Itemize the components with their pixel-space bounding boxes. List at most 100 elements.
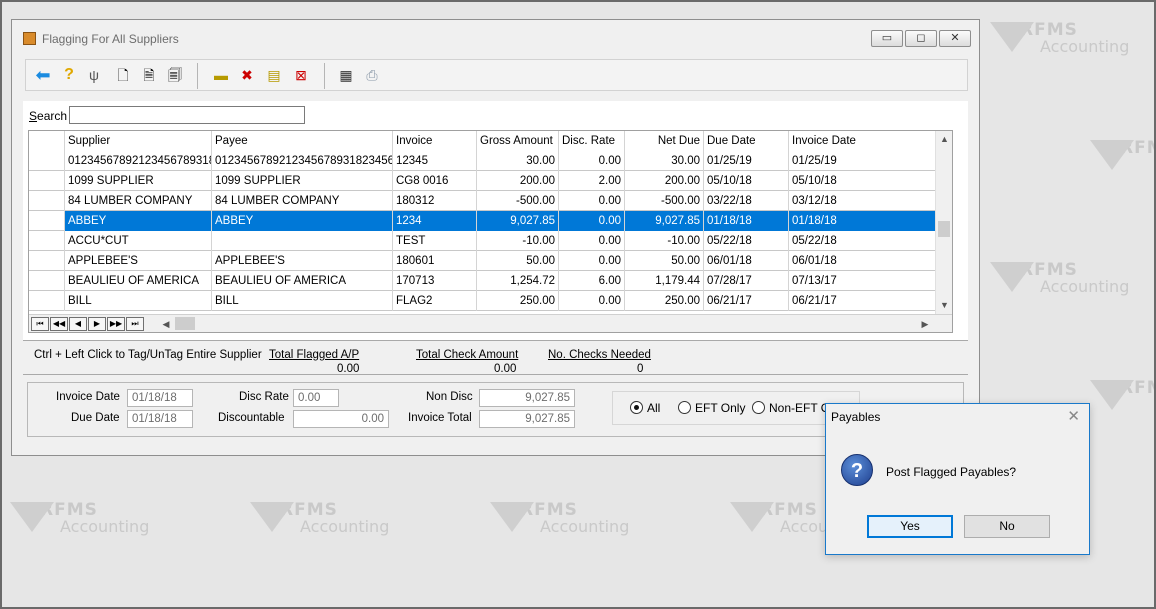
tag-all-icon[interactable]: ▤ [263, 65, 285, 85]
next-record-icon[interactable]: ▶ [88, 317, 106, 331]
cell-payee[interactable]: BILL [212, 291, 393, 311]
cell-supplier[interactable]: BILL [65, 291, 212, 311]
cell-invoice-date[interactable]: 06/21/17 [789, 291, 935, 311]
cell-gross-amount[interactable]: -10.00 [477, 231, 559, 251]
cell-payee[interactable]: APPLEBEE'S [212, 251, 393, 271]
print-icon[interactable]: ⎙ [361, 65, 383, 85]
last-record-icon[interactable]: ⏭ [126, 317, 144, 331]
vertical-scrollbar[interactable]: ▲ ▼ [935, 131, 952, 314]
no-button[interactable]: No [964, 515, 1050, 538]
cell-net-due[interactable]: 250.00 [625, 291, 704, 311]
cell-due-date[interactable]: 01/25/19 [704, 151, 789, 171]
horizontal-scroll-thumb[interactable] [175, 317, 195, 330]
cell-payee[interactable]: BEAULIEU OF AMERICA [212, 271, 393, 291]
cell-due-date[interactable]: 07/28/17 [704, 271, 789, 291]
invoice-total-field[interactable]: 9,027.85 [479, 410, 575, 428]
cell-supplier[interactable]: 84 LUMBER COMPANY [65, 191, 212, 211]
cell-invoice-date[interactable]: 03/12/18 [789, 191, 935, 211]
cell-disc-rate[interactable]: 0.00 [559, 231, 625, 251]
cell-gross-amount[interactable]: 30.00 [477, 151, 559, 171]
cell-disc-rate[interactable]: 0.00 [559, 211, 625, 231]
cell-gross-amount[interactable]: 1,254.72 [477, 271, 559, 291]
prev-record-icon[interactable]: ◀ [69, 317, 87, 331]
vertical-scroll-thumb[interactable] [938, 221, 950, 237]
close-button[interactable]: ✕ [939, 30, 971, 47]
cell-net-due[interactable]: 1,179.44 [625, 271, 704, 291]
row-indicator[interactable] [29, 231, 65, 251]
cell-payee[interactable]: 84 LUMBER COMPANY [212, 191, 393, 211]
table-row[interactable]: APPLEBEE'S APPLEBEE'S 180601 50.00 0.00 … [29, 251, 935, 271]
cell-disc-rate[interactable]: 0.00 [559, 291, 625, 311]
scroll-up-icon[interactable]: ▲ [936, 131, 952, 148]
cell-net-due[interactable]: 30.00 [625, 151, 704, 171]
next-page-icon[interactable]: ▶▶ [107, 317, 125, 331]
cell-net-due[interactable]: -500.00 [625, 191, 704, 211]
cell-payee[interactable]: 1099 SUPPLIER [212, 171, 393, 191]
row-indicator[interactable] [29, 191, 65, 211]
tools-icon[interactable]: ψ [83, 65, 105, 85]
table-row-selected[interactable]: ABBEY ABBEY 1234 9,027.85 0.00 9,027.85 … [29, 211, 935, 231]
cell-disc-rate[interactable]: 0.00 [559, 191, 625, 211]
scroll-left-icon[interactable]: ◀ [159, 316, 173, 332]
cell-payee[interactable]: 01234567892123456789318234567 [212, 151, 393, 171]
column-header-gross-amount[interactable]: Gross Amount [477, 131, 559, 151]
cell-supplier[interactable]: BEAULIEU OF AMERICA [65, 271, 212, 291]
help-icon[interactable]: ? [58, 65, 80, 85]
table-row[interactable]: ACCU*CUT TEST -10.00 0.00 -10.00 05/22/1… [29, 231, 935, 251]
table-row[interactable]: BILL BILL FLAG2 250.00 0.00 250.00 06/21… [29, 291, 935, 311]
row-indicator[interactable] [29, 271, 65, 291]
non-disc-field[interactable]: 9,027.85 [479, 389, 575, 407]
table-row[interactable]: 01234567892123456789318234567 0123456789… [29, 151, 935, 171]
cell-gross-amount[interactable]: -500.00 [477, 191, 559, 211]
cell-invoice[interactable]: 1234 [393, 211, 477, 231]
cell-due-date[interactable]: 06/21/17 [704, 291, 789, 311]
cell-supplier[interactable]: APPLEBEE'S [65, 251, 212, 271]
yes-button[interactable]: Yes [867, 515, 953, 538]
cell-net-due[interactable]: 50.00 [625, 251, 704, 271]
cell-invoice[interactable]: FLAG2 [393, 291, 477, 311]
cell-disc-rate[interactable]: 0.00 [559, 251, 625, 271]
cell-disc-rate[interactable]: 2.00 [559, 171, 625, 191]
edit-doc-icon[interactable]: 🗎 [138, 65, 160, 85]
cell-due-date[interactable]: 01/18/18 [704, 211, 789, 231]
untag-icon[interactable]: ✖ [236, 65, 258, 85]
row-indicator[interactable] [29, 291, 65, 311]
cell-invoice-date[interactable]: 01/25/19 [789, 151, 935, 171]
cell-supplier[interactable]: ABBEY [65, 211, 212, 231]
cell-invoice-date[interactable]: 05/22/18 [789, 231, 935, 251]
cell-supplier[interactable]: 1099 SUPPLIER [65, 171, 212, 191]
cell-invoice[interactable]: 12345 [393, 151, 477, 171]
cell-net-due[interactable]: 9,027.85 [625, 211, 704, 231]
table-row[interactable]: 84 LUMBER COMPANY 84 LUMBER COMPANY 1803… [29, 191, 935, 211]
table-row[interactable]: 1099 SUPPLIER 1099 SUPPLIER CG8 0016 200… [29, 171, 935, 191]
cell-net-due[interactable]: 200.00 [625, 171, 704, 191]
column-header-disc-rate[interactable]: Disc. Rate [559, 131, 625, 151]
cell-invoice-date[interactable]: 07/13/17 [789, 271, 935, 291]
cell-due-date[interactable]: 05/22/18 [704, 231, 789, 251]
disc-rate-field[interactable]: 0.00 [293, 389, 339, 407]
search-input[interactable] [69, 106, 305, 124]
row-indicator[interactable] [29, 251, 65, 271]
cell-invoice[interactable]: 180312 [393, 191, 477, 211]
new-doc-icon[interactable]: 🗋 [112, 65, 134, 85]
cell-disc-rate[interactable]: 0.00 [559, 151, 625, 171]
scroll-right-icon[interactable]: ▶ [918, 316, 932, 332]
radio-eft-only[interactable]: EFT Only [678, 401, 745, 415]
cell-invoice[interactable]: CG8 0016 [393, 171, 477, 191]
cell-gross-amount[interactable]: 50.00 [477, 251, 559, 271]
row-indicator[interactable] [29, 211, 65, 231]
cell-invoice[interactable]: 170713 [393, 271, 477, 291]
column-header-invoice-date[interactable]: Invoice Date [789, 131, 935, 151]
cell-supplier[interactable]: ACCU*CUT [65, 231, 212, 251]
back-arrow-icon[interactable]: ⬅ [32, 65, 54, 85]
cell-invoice[interactable]: 180601 [393, 251, 477, 271]
discountable-field[interactable]: 0.00 [293, 410, 389, 428]
restore-button[interactable]: ◻ [905, 30, 937, 47]
first-record-icon[interactable]: ⏮ [31, 317, 49, 331]
column-header-supplier[interactable]: Supplier [65, 131, 212, 151]
column-header-invoice[interactable]: Invoice [393, 131, 477, 151]
cell-disc-rate[interactable]: 6.00 [559, 271, 625, 291]
cell-payee[interactable]: ABBEY [212, 211, 393, 231]
scroll-down-icon[interactable]: ▼ [936, 297, 952, 314]
cell-gross-amount[interactable]: 9,027.85 [477, 211, 559, 231]
